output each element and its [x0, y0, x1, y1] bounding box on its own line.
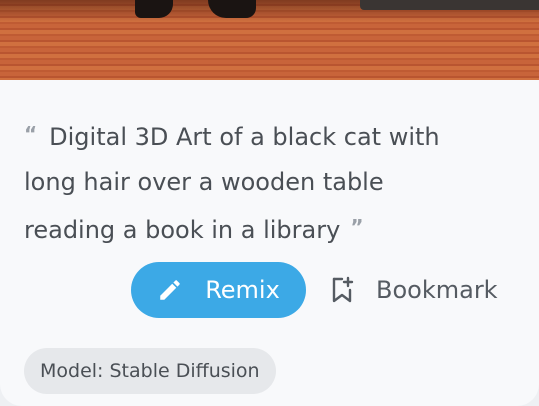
- bookmark-button[interactable]: Bookmark: [330, 262, 498, 318]
- bookmark-add-icon: [332, 276, 354, 303]
- remix-label: Remix: [205, 276, 280, 304]
- bookmark-label: Bookmark: [376, 276, 498, 304]
- prompt-line-2: long hair over a wooden table: [24, 168, 384, 196]
- image-card: “ Digital 3D Art of a black cat with long…: [0, 0, 539, 406]
- image-book-fragment: [360, 0, 539, 10]
- prompt-line-3: reading a book in a library: [24, 216, 341, 244]
- card-actions: Remix Bookmark: [0, 262, 539, 318]
- model-badge: Model: Stable Diffusion: [24, 348, 276, 394]
- prompt-text: “ Digital 3D Art of a black cat with long…: [24, 112, 519, 253]
- open-quote-icon: “: [24, 122, 38, 146]
- generated-image-preview[interactable]: [0, 0, 539, 80]
- pencil-icon: [160, 280, 180, 300]
- prompt-line-1: Digital 3D Art of a black cat with: [49, 123, 440, 151]
- remix-button[interactable]: Remix: [131, 262, 306, 318]
- model-badge-label: Model: Stable Diffusion: [40, 360, 260, 382]
- close-quote-icon: ”: [350, 215, 364, 239]
